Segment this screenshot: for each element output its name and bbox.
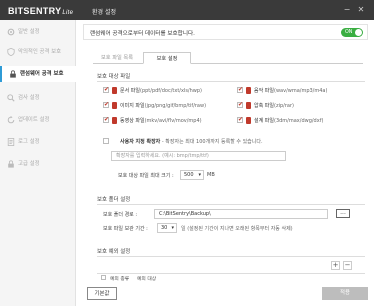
add-exception-button[interactable]: + — [331, 261, 340, 270]
archive-file-icon — [246, 102, 251, 109]
image-file-icon — [112, 102, 117, 109]
lock-icon — [8, 160, 14, 168]
app-logo: BITSENTRYLite — [8, 6, 74, 16]
folder-path-label: 보호 폴더 경로 : — [103, 212, 138, 218]
video-file-icon — [112, 117, 117, 124]
retention-note: 일 (설정된 기간이 지나면 오래된 항목부터 자동 삭제) — [181, 226, 293, 232]
column-target: 예외 대상 — [137, 277, 157, 282]
image-file-label: 이미지 파일(jpg/png/gif/bmp/tif/raw) — [120, 103, 207, 109]
sidebar-item-malicious[interactable]: 악의적인 공격 보호 — [0, 44, 76, 60]
video-checkbox[interactable] — [103, 116, 109, 123]
music-file-icon — [246, 87, 251, 94]
minimize-icon[interactable]: − — [342, 5, 352, 15]
image-checkbox[interactable] — [103, 101, 109, 108]
toggle-knob — [355, 29, 362, 36]
sidebar: 일반 설정 악의적인 공격 보호 랜섬웨어 공격 보호 검사 설정 업데이트 설… — [0, 20, 76, 306]
sidebar-item-label: 로그 설정 — [18, 139, 40, 145]
tab-protection-settings[interactable]: 보호 설정 — [143, 52, 191, 64]
shield-icon — [7, 48, 15, 56]
tab-bar: 보호 파일 목록 보호 설정 — [93, 52, 363, 64]
custom-ext-input[interactable]: 확장자를 입력하세요. (예시: bmp/tmp/ttf) — [111, 151, 286, 161]
title-bar: BITSENTRYLite 환경 설정 − ✕ — [0, 0, 374, 20]
retention-label: 보호 파일 보관 기간 : — [103, 226, 148, 232]
sidebar-item-label: 고급 설정 — [18, 161, 40, 167]
ransomware-banner: 랜섬웨어 공격으로부터 데이터를 보호합니다. ON — [83, 24, 368, 40]
max-size-unit: MB — [207, 172, 215, 178]
apply-button[interactable]: 적용 — [322, 287, 368, 300]
archive-checkbox[interactable] — [237, 101, 243, 108]
folder-path-field[interactable]: C:\BitSentry\Backup\ — [154, 209, 328, 219]
design-file-label: 설계 파일(3dm/max/dwg/dxf) — [254, 118, 324, 124]
remove-exception-button[interactable]: − — [343, 261, 352, 270]
footer-bar: 기본값 적용 — [77, 282, 374, 306]
banner-text: 랜섬웨어 공격으로부터 데이터를 보호합니다. — [90, 31, 195, 37]
search-icon — [7, 94, 15, 102]
lock-icon — [10, 70, 16, 78]
design-file-icon — [246, 117, 251, 124]
sidebar-item-label: 악의적인 공격 보호 — [18, 49, 62, 55]
sidebar-item-general[interactable]: 일반 설정 — [0, 24, 76, 40]
column-type: 예외 종류 — [110, 277, 130, 282]
document-icon — [112, 87, 117, 94]
sidebar-item-update[interactable]: 업데이트 설정 — [0, 112, 76, 128]
max-size-label: 보호 대상 파일 최대 크기 : — [118, 173, 174, 179]
sidebar-item-label: 업데이트 설정 — [18, 117, 50, 123]
sidebar-item-advanced[interactable]: 고급 설정 — [0, 156, 76, 172]
sidebar-item-label: 검사 설정 — [18, 95, 40, 101]
custom-ext-label: 사용자 지정 확장자 - 확장자는 최대 100개까지 등록할 수 있습니다. — [120, 139, 263, 145]
select-all-checkbox[interactable] — [101, 275, 106, 280]
main-panel: 랜섬웨어 공격으로부터 데이터를 보호합니다. ON 보호 파일 목록 보호 설… — [77, 20, 374, 306]
sidebar-item-label: 일반 설정 — [18, 29, 40, 35]
log-icon — [7, 138, 15, 146]
update-icon — [7, 116, 15, 124]
browse-button[interactable]: ... — [336, 209, 350, 218]
sidebar-item-ransomware[interactable]: 랜섬웨어 공격 보호 — [0, 66, 76, 82]
doc-file-label: 문서 파일(ppt/pdf/doc/txt/xls/hwp) — [120, 88, 202, 94]
max-size-select[interactable]: 500 — [180, 170, 204, 180]
sidebar-item-label: 랜섬웨어 공격 보호 — [20, 71, 64, 77]
music-file-label: 음악 파일(wav/wma/mp3/m4a) — [254, 88, 328, 94]
exceptions-table-header: 예외 종류 예외 대상 — [97, 273, 365, 282]
folder-settings-title: 보호 폴더 설정 — [97, 197, 131, 203]
video-file-label: 동영상 파일(mkv/avi/flv/mov/mp4) — [120, 118, 202, 124]
design-checkbox[interactable] — [237, 116, 243, 123]
tab-protected-files[interactable]: 보호 파일 목록 — [93, 52, 141, 64]
close-icon[interactable]: ✕ — [356, 5, 366, 15]
window-title: 환경 설정 — [92, 9, 116, 16]
retention-select[interactable]: 30 — [157, 223, 177, 233]
music-checkbox[interactable] — [237, 86, 243, 93]
divider — [97, 81, 365, 82]
custom-ext-checkbox[interactable] — [103, 138, 109, 144]
default-button[interactable]: 기본값 — [87, 287, 117, 300]
gear-icon — [7, 28, 15, 36]
doc-checkbox[interactable] — [103, 86, 109, 93]
exceptions-title: 보호 예외 설정 — [97, 249, 131, 255]
archive-file-label: 압축 파일(zip/rar) — [254, 103, 294, 109]
protection-toggle[interactable]: ON — [341, 28, 363, 37]
protected-types-title: 보호 대상 파일 — [97, 74, 131, 80]
divider — [97, 256, 365, 257]
divider — [97, 204, 365, 205]
sidebar-item-log[interactable]: 로그 설정 — [0, 134, 76, 150]
sidebar-item-scan[interactable]: 검사 설정 — [0, 90, 76, 106]
